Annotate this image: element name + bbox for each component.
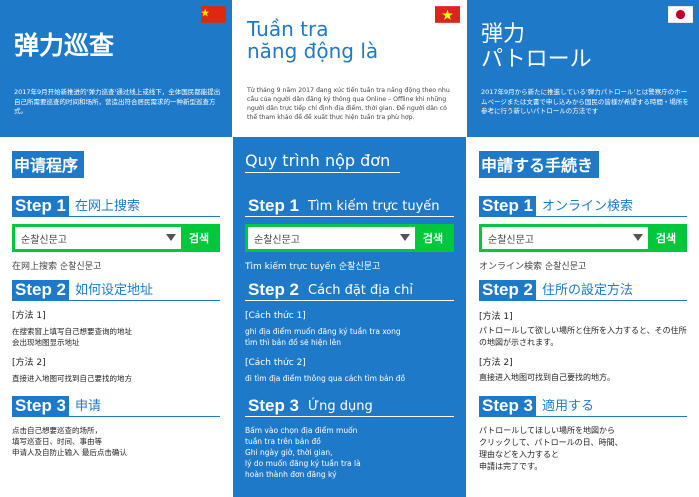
step-2-header: Step 2 如何设定地址 bbox=[12, 279, 220, 301]
method-1-label: [方法 1] bbox=[12, 311, 46, 321]
intro-text: Từ tháng 9 năm 2017 đang xúc tiến tuần t… bbox=[247, 87, 450, 121]
step-badge: Step 3 bbox=[12, 396, 70, 416]
header-panel: Tuần tra năng động là Từ tháng 9 năm 201… bbox=[233, 0, 466, 137]
search-button[interactable]: 검색 bbox=[648, 230, 684, 246]
search-value: 순찰신문고 bbox=[488, 234, 534, 246]
content-panel: 申請する手続き Step 1 オンライン検索 순찰신문고 검색 オンライン検索 … bbox=[467, 137, 699, 497]
step-3-text: Bấm vào chọn địa điểm muốn tuần tra trên… bbox=[245, 426, 361, 479]
content-panel: Quy trình nộp đơn Step 1 Tìm kiếm trực t… bbox=[233, 137, 466, 497]
step-badge: Step 2 bbox=[12, 280, 70, 300]
search-bar: 순찰신문고 검색 bbox=[245, 224, 454, 252]
section-title: 申请程序 bbox=[12, 151, 85, 178]
intro-text: 2017年9月开始新推进的'弹力巡查'通过线上或线下，全体国民都能提出自己所需要… bbox=[14, 88, 221, 115]
step-1-header: Step 1 在网上搜索 bbox=[12, 195, 220, 217]
step-2-header: Step 2 住所の設定方法 bbox=[479, 279, 687, 301]
content-panel: 申请程序 Step 1 在网上搜索 순찰신문고 검색 在网上搜索 순찰신문고 S… bbox=[0, 137, 232, 497]
step-badge: Step 2 bbox=[248, 280, 300, 299]
step-3-text: パトロールしてほしい場所を地図から クリックして、パトロールの日、時間、 理由な… bbox=[479, 426, 623, 471]
search-bar: 순찰신문고 검색 bbox=[12, 224, 220, 252]
column-chinese: 弹力巡查 2017年9月开始新推进的'弹力巡查'通过线上或线下，全体国民都能提出… bbox=[0, 0, 232, 497]
search-caption: 在网上搜索 순찰신문고 bbox=[12, 262, 102, 272]
method-2-text: đi tìm địa điểm thông qua cách tìm bản đ… bbox=[245, 374, 406, 383]
section-title: 申請する手続き bbox=[479, 151, 600, 178]
step-badge: Step 3 bbox=[248, 396, 300, 415]
step-name: 申请 bbox=[75, 399, 102, 414]
step-1-header: Step 1 オンライン検索 bbox=[479, 195, 687, 217]
step-name: 住所の設定方法 bbox=[542, 283, 634, 298]
step-badge: Step 1 bbox=[479, 196, 537, 216]
header-panel: 弾力 パトロール 2017年9月から新たに推進している'弾力パトロール'とは警察… bbox=[467, 0, 699, 137]
search-input[interactable]: 순찰신문고 bbox=[248, 227, 415, 249]
header-panel: 弹力巡查 2017年9月开始新推进的'弹力巡查'通过线上或线下，全体国民都能提出… bbox=[0, 0, 232, 137]
vietnam-flag-icon bbox=[435, 6, 460, 23]
search-caption: オンライン検索 순찰신문고 bbox=[479, 262, 587, 272]
step-name: オンライン検索 bbox=[542, 199, 634, 214]
step-badge: Step 1 bbox=[248, 196, 300, 215]
page-title: 弹力巡查 bbox=[14, 31, 115, 60]
search-input[interactable]: 순찰신문고 bbox=[482, 227, 648, 249]
step-3-header: Step 3 適用する bbox=[479, 395, 687, 417]
method-1-label: [方法 1] bbox=[479, 312, 513, 322]
step-name: Tìm kiếm trực tuyến bbox=[308, 199, 440, 214]
step-name: 在网上搜索 bbox=[75, 199, 141, 214]
step-3-header: Step 3 申请 bbox=[12, 395, 220, 417]
column-vietnamese: Tuần tra năng động là Từ tháng 9 năm 201… bbox=[233, 0, 466, 497]
china-flag-icon bbox=[201, 6, 226, 23]
method-1-text: パトロールして欲しい場所と住所を入力すると、その住所の地図が示されます。 bbox=[479, 326, 687, 347]
step-badge: Step 2 bbox=[479, 280, 537, 300]
step-badge: Step 1 bbox=[12, 196, 70, 216]
page-title: 弾力 パトロール bbox=[481, 22, 592, 72]
step-name: Cách đặt địa chỉ bbox=[308, 283, 414, 298]
step-badge: Step 3 bbox=[479, 396, 537, 416]
method-2-label: [方法 2] bbox=[12, 358, 46, 368]
page-title: Tuần tra năng động là bbox=[247, 17, 379, 63]
section-title: Quy trình nộp đơn bbox=[245, 151, 401, 173]
intro-text: 2017年9月から新たに推進している'弾力パトロール'とは警察庁のホームページま… bbox=[481, 88, 689, 115]
step-name: 適用する bbox=[542, 399, 595, 414]
step-name: Ứng dụng bbox=[308, 399, 373, 414]
column-japanese: 弾力 パトロール 2017年9月から新たに推進している'弾力パトロール'とは警察… bbox=[467, 0, 699, 497]
chevron-down-icon[interactable] bbox=[400, 234, 410, 241]
method-2-label: [方法 2] bbox=[479, 358, 513, 368]
step-1-header: Step 1 Tìm kiếm trực tuyến bbox=[245, 195, 454, 217]
method-1-text: 在搜索窗上填写自己想要查询的地址 会出现地图显示地址 bbox=[12, 327, 132, 347]
method-1-text: ghi địa điểm muốn đăng ký tuần tra xong … bbox=[245, 327, 401, 347]
method-2-text: 直接进入地图可找到自己要找的地方 bbox=[12, 374, 132, 383]
search-input[interactable]: 순찰신문고 bbox=[15, 227, 181, 249]
search-bar: 순찰신문고 검색 bbox=[479, 224, 687, 252]
chevron-down-icon[interactable] bbox=[166, 234, 176, 241]
search-value: 순찰신문고 bbox=[21, 234, 67, 246]
step-3-text: 点击自己想要巡查的场所， 填写巡查日、时间、事由等 申请人及自防止输入 最后点击… bbox=[12, 426, 127, 457]
search-value: 순찰신문고 bbox=[254, 234, 300, 246]
search-caption: Tìm kiếm trực tuyến 순찰신문고 bbox=[245, 262, 381, 272]
chevron-down-icon[interactable] bbox=[633, 234, 643, 241]
japan-flag-icon bbox=[668, 6, 693, 23]
step-3-header: Step 3 Ứng dụng bbox=[245, 395, 454, 417]
search-button[interactable]: 검색 bbox=[181, 230, 217, 246]
step-2-header: Step 2 Cách đặt địa chỉ bbox=[245, 279, 454, 301]
method-1-label: [Cách thức 1] bbox=[245, 311, 306, 321]
method-2-text: 直接进入地图可找到自己要找的地方。 bbox=[479, 373, 615, 382]
step-name: 如何设定地址 bbox=[75, 283, 154, 298]
search-button[interactable]: 검색 bbox=[415, 230, 451, 246]
method-2-label: [Cách thức 2] bbox=[245, 358, 306, 368]
